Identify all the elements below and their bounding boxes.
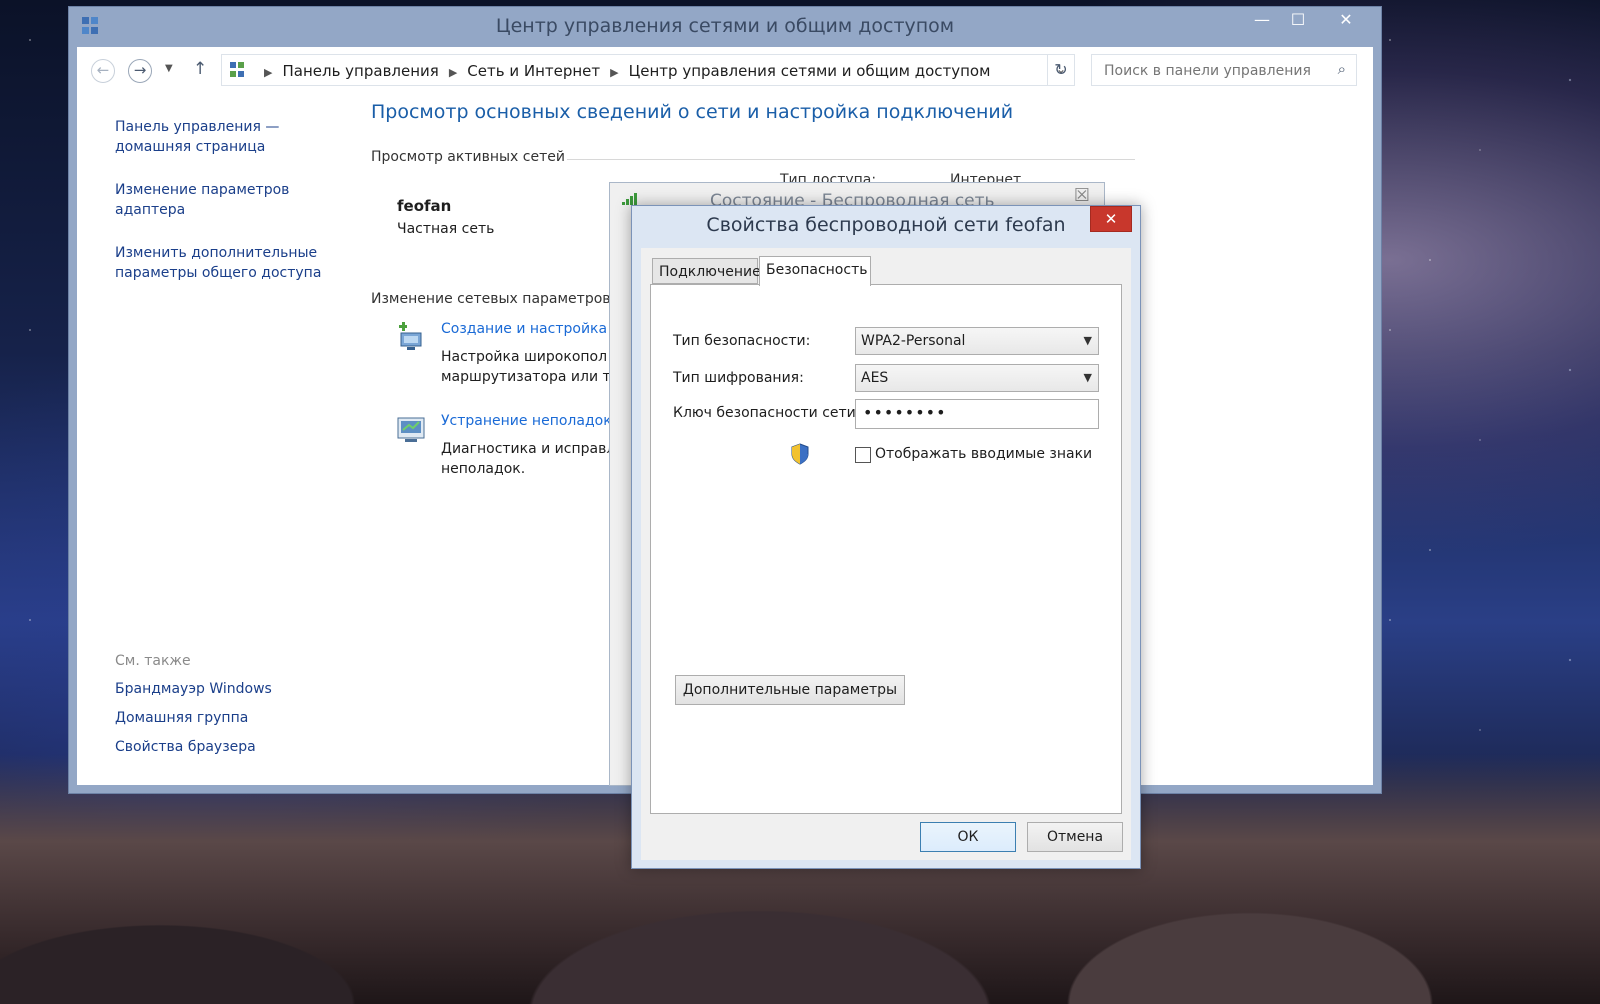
security-type-select[interactable]: WPA2-Personal ▼: [855, 327, 1099, 355]
breadcrumb-network-center[interactable]: Центр управления сетями и общим доступом: [629, 62, 991, 80]
dialog-close-button[interactable]: ✕: [1090, 206, 1132, 232]
show-characters-label[interactable]: Отображать вводимые знаки: [875, 446, 1092, 462]
search-input[interactable]: [1102, 62, 1326, 80]
see-also: См. также Брандмауэр Windows Домашняя гр…: [115, 653, 355, 768]
change-settings-header: Изменение сетевых параметров: [371, 291, 611, 307]
shield-icon: [791, 443, 809, 465]
task-setup-description: Настройка широкопол маршрутизатора или т: [441, 347, 611, 387]
main-content: Просмотр основных сведений о сети и наст…: [371, 101, 1151, 477]
network-type-link[interactable]: Частная сеть: [397, 221, 494, 237]
wifi-signal-icon: [622, 193, 637, 205]
breadcrumb-items: ▶ Панель управления ▶ Сеть и Интернет ▶ Центр…: [254, 62, 990, 80]
task-setup-desc-line2: маршрутизатора или т: [441, 369, 611, 385]
maximize-button[interactable]: ☐: [1281, 7, 1315, 35]
sidebar-link-home[interactable]: Панель управления — домашняя страница: [115, 117, 295, 157]
sidebar-link-adapter-settings[interactable]: Изменение параметров адаптера: [115, 180, 295, 220]
task-setup-link[interactable]: Создание и настройка н: [441, 321, 621, 337]
wireless-properties-dialog: Свойства беспроводной сети feofan ✕ Подк…: [631, 205, 1141, 869]
sidebar-link-sharing-settings[interactable]: Изменить дополнительные параметры общего…: [115, 243, 335, 283]
security-key-field[interactable]: ••••••••: [855, 399, 1099, 429]
encryption-type-select[interactable]: AES ▼: [855, 364, 1099, 392]
see-also-firewall[interactable]: Брандмауэр Windows: [115, 681, 355, 697]
address-bar: ← → ▼ ↑ ▶ Панель управления ▶ Сеть и Интерн…: [77, 47, 1373, 95]
tab-connection[interactable]: Подключение: [652, 258, 761, 284]
troubleshoot-icon: [397, 417, 425, 442]
advanced-settings-button[interactable]: Дополнительные параметры: [675, 675, 905, 705]
security-key-label: Ключ безопасности сети: [673, 405, 856, 421]
up-level-button[interactable]: ↑: [193, 59, 207, 79]
dialog-title: Свойства беспроводной сети feofan: [706, 214, 1066, 236]
active-networks-header: Просмотр активных сетей: [371, 149, 565, 165]
chevron-right-icon: ▶: [264, 66, 273, 79]
chevron-right-icon[interactable]: ▶: [449, 66, 457, 79]
window-title: Центр управления сетями и общим доступом: [495, 15, 955, 37]
security-tab-pane: Тип безопасности: WPA2-Personal ▼ Тип ши…: [650, 284, 1122, 814]
chevron-down-icon: ▼: [1083, 371, 1092, 384]
encryption-type-label: Тип шифрования:: [673, 370, 804, 386]
dialog-client-area: Подключение Безопасность Тип безопасност…: [641, 248, 1131, 860]
page-title: Просмотр основных сведений о сети и наст…: [371, 101, 1014, 123]
task-troubleshoot-description: Диагностика и исправл неполадок.: [441, 439, 615, 479]
security-type-value: WPA2-Personal: [861, 333, 966, 349]
task-setup-desc-line1: Настройка широкопол: [441, 349, 608, 365]
tab-security[interactable]: Безопасность: [759, 256, 871, 286]
minimize-button[interactable]: —: [1245, 7, 1279, 35]
see-also-header: См. также: [115, 653, 191, 669]
task-troubleshoot-link[interactable]: Устранение неполадок: [441, 413, 612, 429]
new-connection-icon: [399, 322, 422, 350]
task-troubleshoot-desc-line2: неполадок.: [441, 461, 526, 477]
sidebar-tasks: Панель управления — домашняя страница Из…: [115, 117, 355, 306]
search-icon[interactable]: ⌕: [1338, 60, 1346, 78]
task-troubleshoot-desc-line1: Диагностика и исправл: [441, 441, 616, 457]
window-titlebar[interactable]: Центр управления сетями и общим доступом…: [69, 7, 1381, 47]
see-also-browser-properties[interactable]: Свойства браузера: [115, 739, 355, 755]
chevron-down-icon: ▼: [1083, 334, 1092, 347]
encryption-type-value: AES: [861, 370, 889, 386]
breadcrumb-network-internet[interactable]: Сеть и Интернет: [467, 62, 600, 80]
ok-button[interactable]: ОК: [920, 822, 1016, 852]
back-button[interactable]: ←: [91, 59, 115, 83]
refresh-button[interactable]: ↻: [1047, 54, 1075, 86]
status-close-icon[interactable]: ☒: [1074, 185, 1090, 206]
recent-pages-dropdown-icon[interactable]: ▼: [165, 63, 173, 74]
forward-button[interactable]: →: [128, 59, 152, 83]
security-type-label: Тип безопасности:: [673, 333, 811, 349]
show-characters-checkbox[interactable]: [855, 447, 871, 463]
close-button[interactable]: ✕: [1325, 7, 1367, 35]
see-also-homegroup[interactable]: Домашняя группа: [115, 710, 355, 726]
breadcrumb-control-panel[interactable]: Панель управления: [282, 62, 438, 80]
section-divider: [567, 159, 1135, 160]
chevron-right-icon[interactable]: ▶: [610, 66, 618, 79]
control-panel-icon: [230, 62, 244, 77]
cancel-button[interactable]: Отмена: [1027, 822, 1123, 852]
breadcrumb[interactable]: ▶ Панель управления ▶ Сеть и Интернет ▶ Центр…: [221, 54, 1075, 86]
search-box[interactable]: ⌕: [1091, 54, 1357, 86]
network-name: feofan: [397, 197, 452, 215]
